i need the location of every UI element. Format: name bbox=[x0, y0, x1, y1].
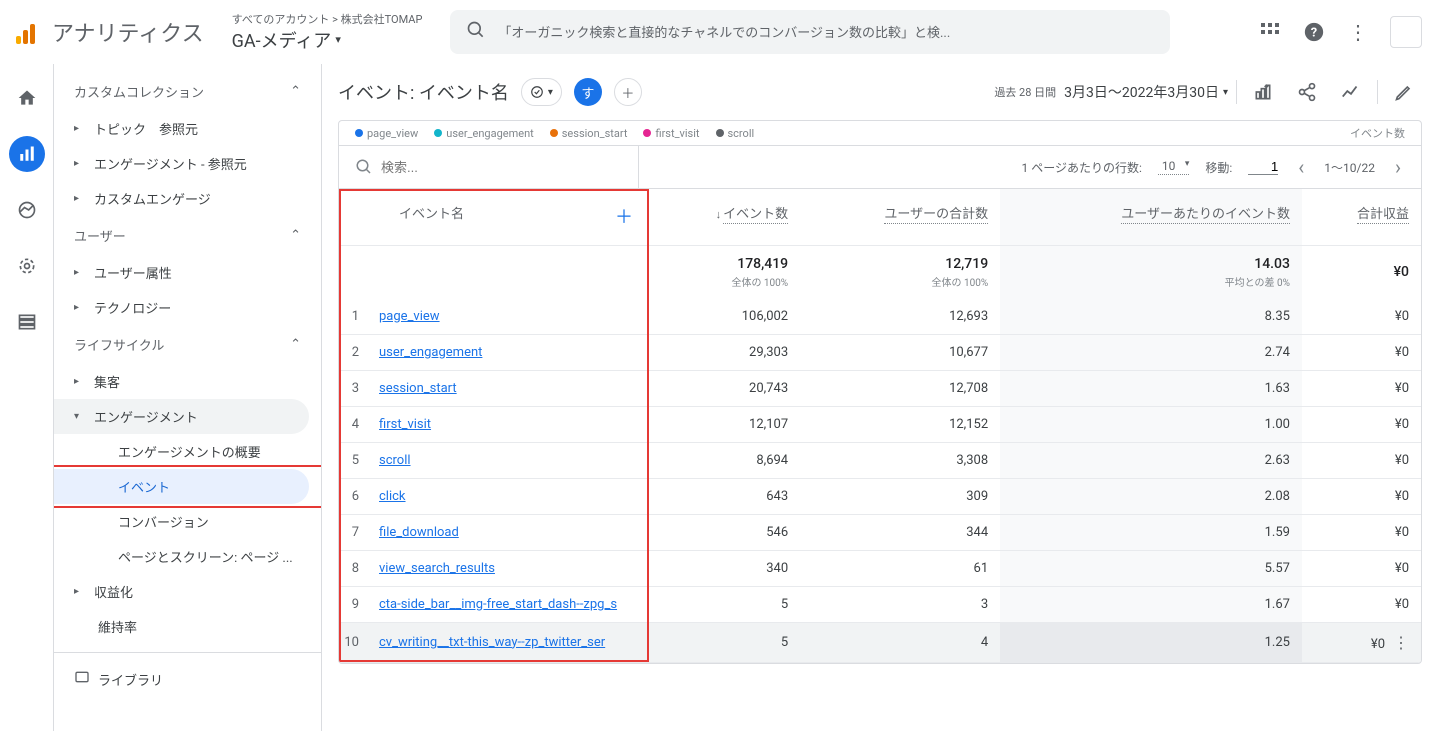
legend-item: scroll bbox=[716, 127, 755, 140]
legend-metric: イベント数 bbox=[1350, 125, 1405, 141]
page-title: イベント: イベント名 bbox=[338, 79, 509, 105]
legend-item: page_view bbox=[355, 127, 418, 140]
goto-input[interactable] bbox=[1248, 159, 1278, 175]
legend-item: user_engagement bbox=[434, 127, 534, 140]
rail-explore-icon[interactable] bbox=[9, 192, 45, 228]
rail-home-icon[interactable] bbox=[9, 80, 45, 116]
nav-library[interactable]: ライブラリ bbox=[54, 661, 321, 697]
nav-engagement-overview[interactable]: エンゲージメントの概要 bbox=[54, 434, 321, 469]
event-link[interactable]: cv_writing__txt-this_way--zp_twitter_ser bbox=[379, 635, 605, 650]
goto-label: 移動: bbox=[1205, 159, 1232, 176]
col-header-events[interactable]: ↓イベント数 bbox=[649, 189, 800, 245]
next-page-icon[interactable]: › bbox=[1391, 155, 1405, 179]
section-custom[interactable]: カスタムコレクション ⌃ bbox=[54, 72, 321, 111]
property-selector[interactable]: GA-メディア ▾ bbox=[232, 27, 423, 53]
nav-engagement[interactable]: ▾エンゲージメント bbox=[54, 399, 309, 434]
nav-topic-referrer[interactable]: ▸トピック 参照元 bbox=[54, 111, 321, 146]
nav-custom-engage[interactable]: ▸カスタムエンゲージ bbox=[54, 181, 321, 216]
table-row[interactable]: 2user_engagement29,30310,6772.74¥0 bbox=[339, 334, 1421, 370]
event-link[interactable]: cta-side_bar__img-free_start_dash--zpg_s bbox=[379, 597, 617, 612]
apps-icon[interactable] bbox=[1258, 20, 1282, 44]
table-row[interactable]: 3session_start20,74312,7081.63¥0 bbox=[339, 370, 1421, 406]
edit-icon[interactable] bbox=[1386, 74, 1422, 110]
chevron-up-icon: ⌃ bbox=[290, 337, 301, 352]
total-events: 178,419全体の 100% bbox=[649, 245, 800, 299]
nav-technology[interactable]: ▸テクノロジー bbox=[54, 290, 321, 325]
table-search[interactable] bbox=[339, 146, 639, 188]
rail-reports-icon[interactable] bbox=[9, 136, 45, 172]
more-icon[interactable]: ⋮ bbox=[1346, 20, 1370, 44]
date-range-picker[interactable]: 3月3日～2022年3月30日 ▾ bbox=[1064, 82, 1228, 102]
prev-page-icon[interactable]: ‹ bbox=[1294, 155, 1308, 179]
col-header-name[interactable]: イベント名 ＋ bbox=[339, 189, 649, 245]
event-link[interactable]: file_download bbox=[379, 525, 459, 540]
add-dimension-icon[interactable]: ＋ bbox=[615, 203, 633, 229]
event-link[interactable]: click bbox=[379, 489, 406, 504]
nav-pages-screens[interactable]: ページとスクリーン: ページ ... bbox=[54, 539, 321, 574]
table-row[interactable]: 5scroll8,6943,3082.63¥0 bbox=[339, 442, 1421, 478]
event-link[interactable]: page_view bbox=[379, 309, 440, 324]
nav-conversions[interactable]: コンバージョン bbox=[54, 504, 321, 539]
dimension-pill[interactable]: ▾ bbox=[521, 78, 562, 106]
section-user[interactable]: ユーザー ⌃ bbox=[54, 216, 321, 255]
table-row[interactable]: 7file_download5463441.59¥0 bbox=[339, 514, 1421, 550]
breadcrumb[interactable]: すべてのアカウント > 株式会社TOMAP bbox=[232, 11, 423, 27]
legend-item: session_start bbox=[550, 127, 628, 140]
chevron-up-icon: ⌃ bbox=[290, 84, 301, 99]
events-table: イベント名 ＋ ↓イベント数 ユーザーの合計数 ユーザーあたりのイベント数 合計… bbox=[339, 189, 1421, 663]
add-comparison-button[interactable]: ＋ bbox=[614, 78, 642, 106]
rail-advertising-icon[interactable] bbox=[9, 248, 45, 284]
nav-events[interactable]: イベント bbox=[54, 469, 309, 504]
rows-per-page-label: 1 ページあたりの行数: bbox=[1021, 159, 1141, 176]
svg-text:?: ? bbox=[1311, 25, 1317, 40]
ga-logo-icon bbox=[16, 20, 40, 44]
table-search-input[interactable] bbox=[381, 160, 622, 175]
chevron-up-icon: ⌃ bbox=[290, 228, 301, 243]
search-icon bbox=[466, 20, 486, 44]
nav-engagement-referrer[interactable]: ▸エンゲージメント - 参照元 bbox=[54, 146, 321, 181]
table-row[interactable]: 4first_visit12,10712,1521.00¥0 bbox=[339, 406, 1421, 442]
col-header-revenue[interactable]: 合計収益 bbox=[1302, 189, 1421, 245]
col-header-users[interactable]: ユーザーの合計数 bbox=[800, 189, 1000, 245]
event-link[interactable]: session_start bbox=[379, 381, 457, 396]
table-row[interactable]: 6click6433092.08¥0 bbox=[339, 478, 1421, 514]
total-revenue: ¥0 bbox=[1302, 245, 1421, 299]
event-link[interactable]: scroll bbox=[379, 453, 411, 468]
table-row[interactable]: 1page_view106,00212,6938.35¥0 bbox=[339, 299, 1421, 335]
page-range: 1～10/22 bbox=[1324, 159, 1375, 176]
nav-user-attributes[interactable]: ▸ユーザー属性 bbox=[54, 255, 321, 290]
nav-retention[interactable]: 維持率 bbox=[54, 609, 321, 644]
rail-configure-icon[interactable] bbox=[9, 304, 45, 340]
insights-icon[interactable] bbox=[1333, 74, 1369, 110]
total-users: 12,719全体の 100% bbox=[800, 245, 1000, 299]
search-icon bbox=[355, 158, 373, 176]
nav-acquisition[interactable]: ▸集客 bbox=[54, 364, 321, 399]
event-link[interactable]: user_engagement bbox=[379, 345, 482, 360]
chevron-down-icon: ▾ bbox=[335, 33, 341, 46]
search-bar[interactable]: 「オーガニック検索と直接的なチャネルでのコンバージョン数の比較」と検... bbox=[450, 10, 1170, 54]
rows-per-page-select[interactable]: 10 bbox=[1158, 159, 1190, 175]
legend-item: first_visit bbox=[643, 127, 699, 140]
table-row[interactable]: 9cta-side_bar__img-free_start_dash--zpg_… bbox=[339, 586, 1421, 622]
table-row[interactable]: 10cv_writing__txt-this_way--zp_twitter_s… bbox=[339, 622, 1421, 662]
share-icon[interactable] bbox=[1289, 74, 1325, 110]
col-header-per-user[interactable]: ユーザーあたりのイベント数 bbox=[1000, 189, 1302, 245]
customize-icon[interactable] bbox=[1245, 74, 1281, 110]
account-avatar[interactable] bbox=[1390, 16, 1422, 48]
library-icon bbox=[74, 669, 90, 689]
event-link[interactable]: view_search_results bbox=[379, 561, 495, 576]
chip-all[interactable]: す bbox=[574, 78, 602, 106]
app-name: アナリティクス bbox=[52, 16, 204, 48]
row-menu-icon[interactable]: ⋮ bbox=[1385, 633, 1409, 652]
table-row[interactable]: 8view_search_results340615.57¥0 bbox=[339, 550, 1421, 586]
event-link[interactable]: first_visit bbox=[379, 417, 431, 432]
help-icon[interactable]: ? bbox=[1302, 20, 1326, 44]
total-per-user: 14.03平均との差 0% bbox=[1000, 245, 1302, 299]
section-lifecycle[interactable]: ライフサイクル ⌃ bbox=[54, 325, 321, 364]
nav-monetization[interactable]: ▸収益化 bbox=[54, 574, 321, 609]
date-preset-label: 過去 28 日間 bbox=[994, 84, 1056, 100]
